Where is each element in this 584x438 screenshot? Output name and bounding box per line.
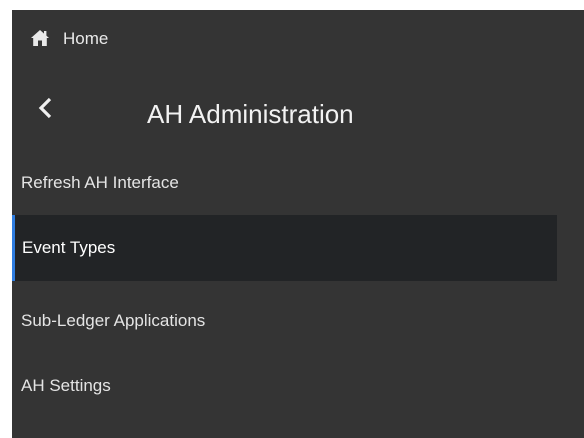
- home-icon: [30, 28, 50, 48]
- menu-item-sub-ledger-applications[interactable]: Sub-Ledger Applications: [12, 288, 557, 354]
- menu-item-label: AH Settings: [21, 376, 111, 395]
- menu-item-label: Refresh AH Interface: [21, 173, 179, 192]
- menu-item-label: Event Types: [22, 238, 116, 257]
- navigation-panel: Home AH Administration Refresh AH Interf…: [12, 10, 584, 438]
- menu-item-refresh-ah-interface[interactable]: Refresh AH Interface: [12, 150, 557, 216]
- section-title: AH Administration: [147, 99, 354, 129]
- chevron-left-icon[interactable]: [34, 96, 58, 120]
- menu-item-ah-settings[interactable]: AH Settings: [12, 353, 557, 419]
- menu-item-label: Sub-Ledger Applications: [21, 311, 206, 330]
- home-link[interactable]: Home: [12, 10, 584, 70]
- home-label: Home: [63, 29, 109, 48]
- menu-item-event-types[interactable]: Event Types: [12, 215, 557, 281]
